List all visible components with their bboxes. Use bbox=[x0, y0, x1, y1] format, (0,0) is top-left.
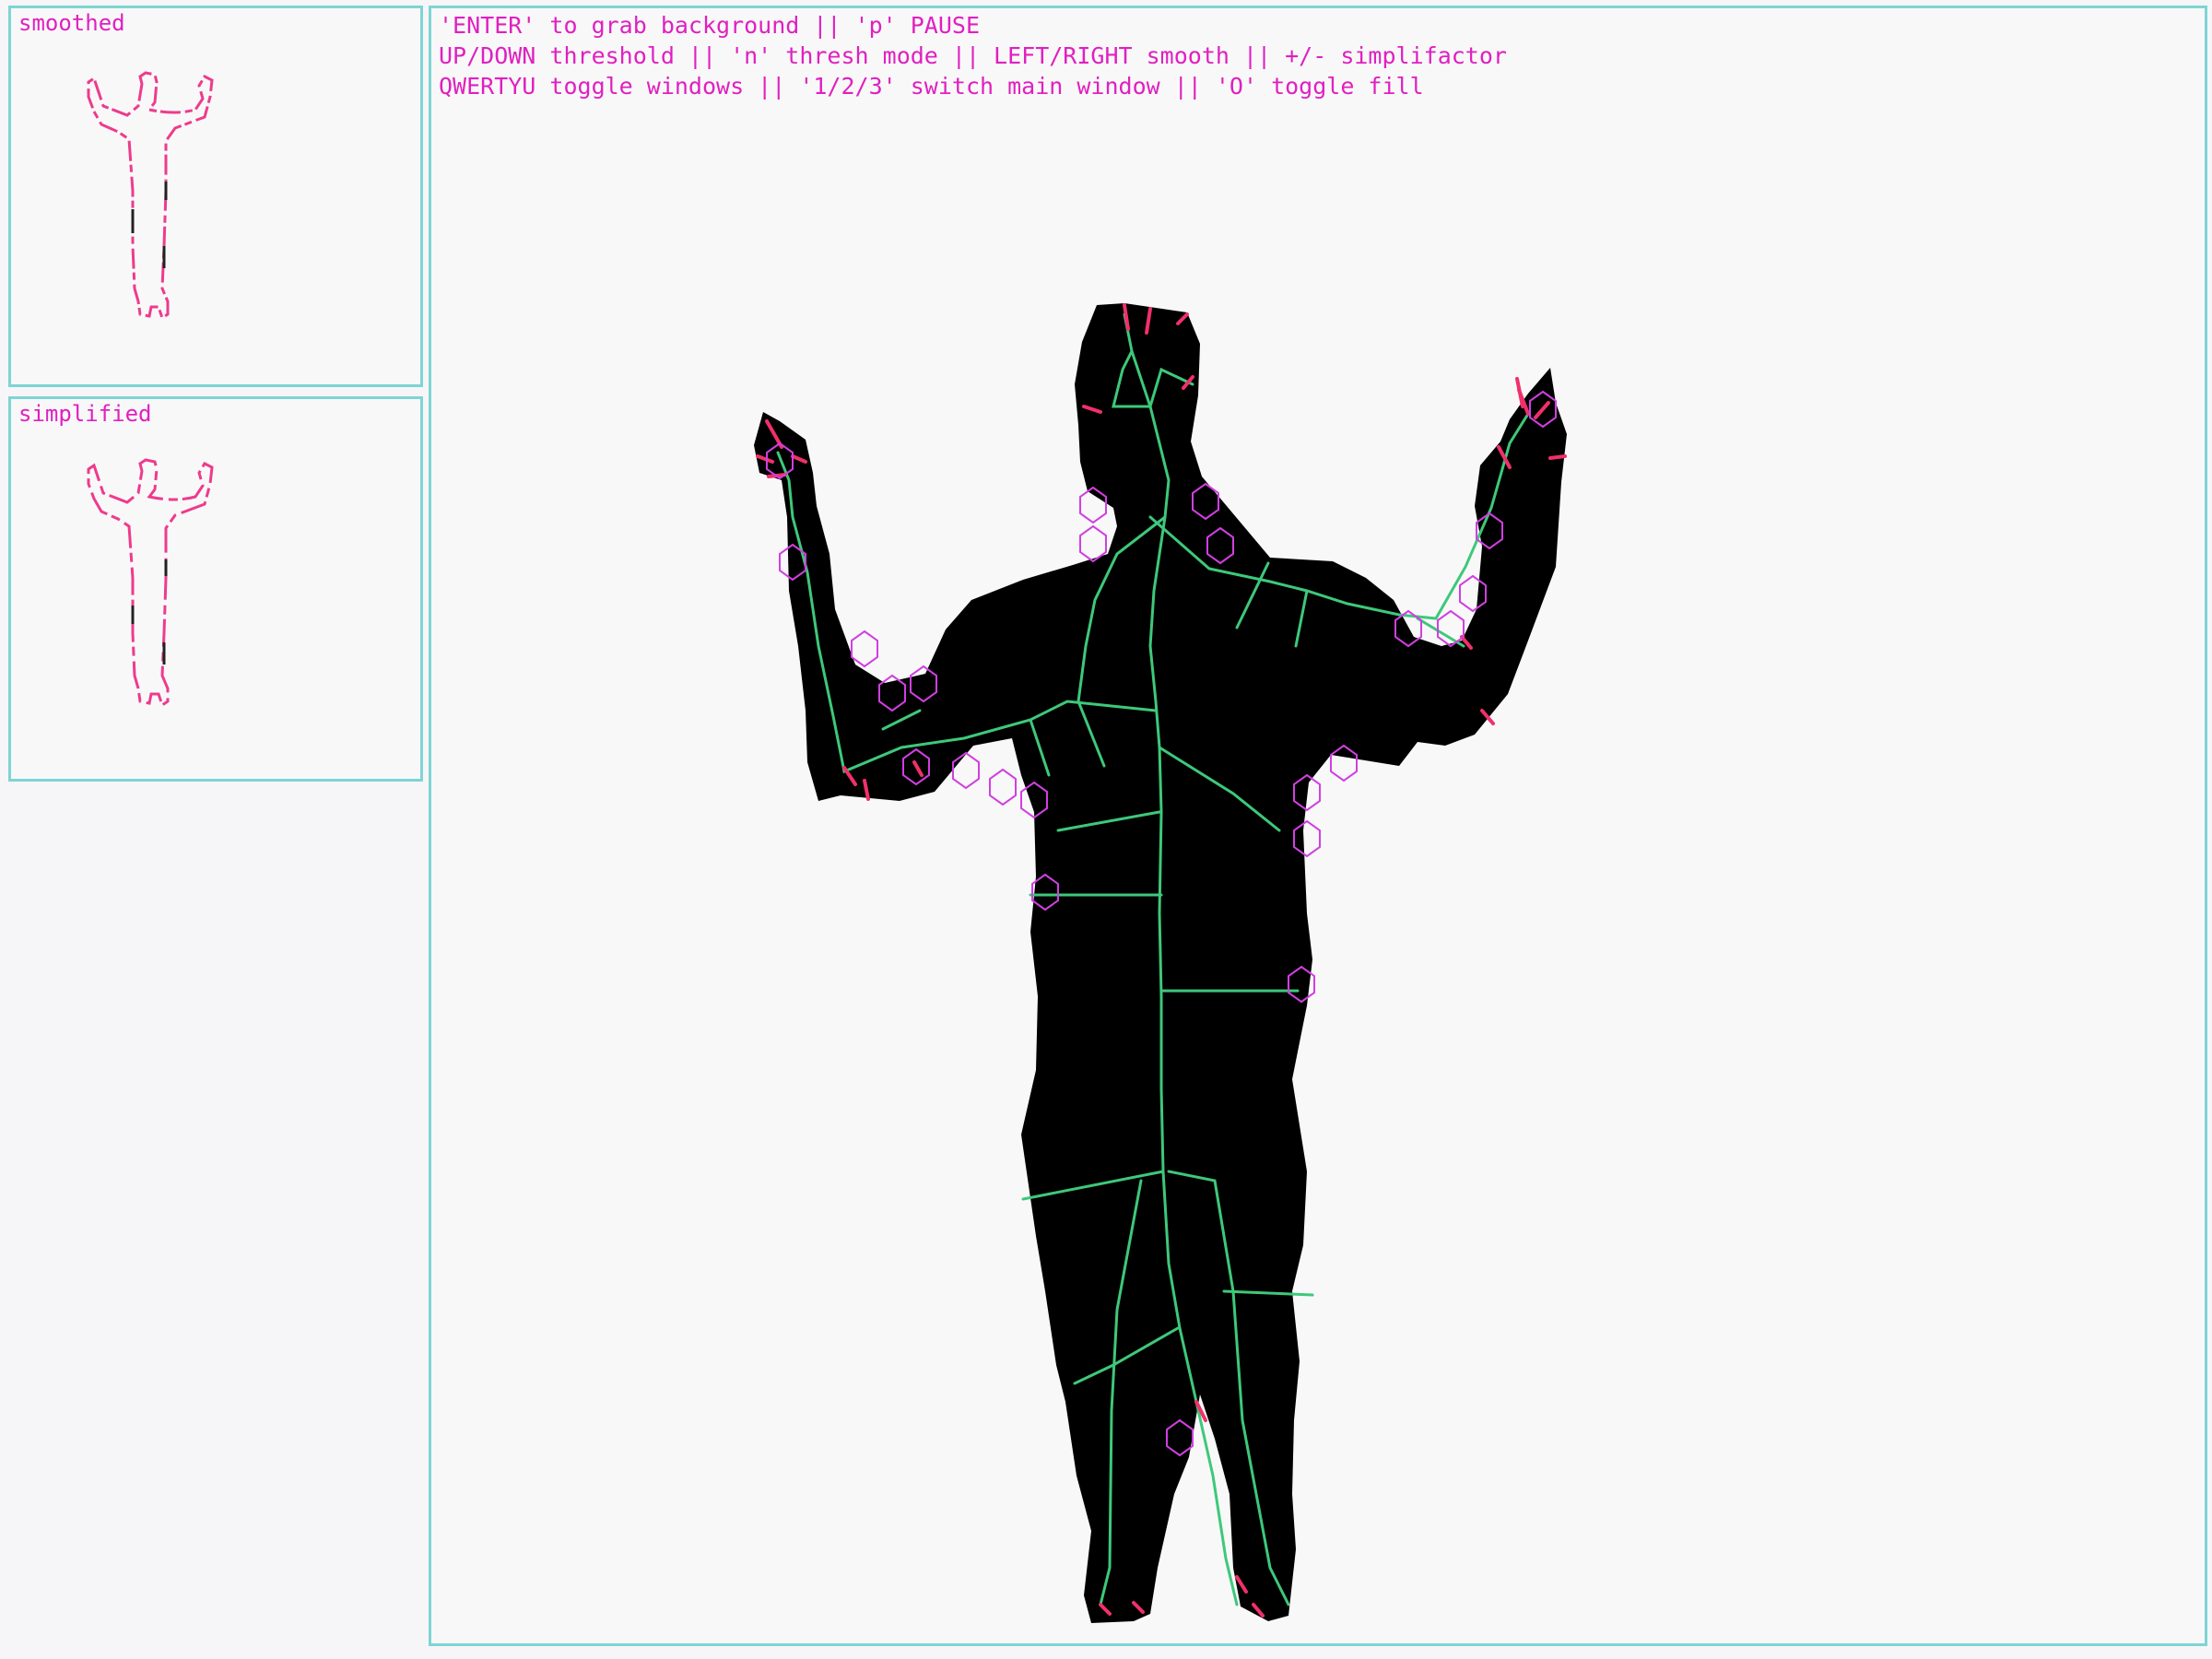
silhouette-view bbox=[754, 303, 1567, 1623]
simplified-contour bbox=[87, 458, 214, 708]
help-line-windows: QWERTYU toggle windows || '1/2/3' switch… bbox=[439, 73, 1424, 100]
help-line-grab: 'ENTER' to grab background || 'p' PAUSE bbox=[439, 12, 980, 39]
help-overlay: 'ENTER' to grab background || 'p' PAUSE … bbox=[439, 10, 1507, 101]
help-line-threshold: UP/DOWN threshold || 'n' thresh mode || … bbox=[439, 42, 1507, 69]
smoothed-contour bbox=[87, 71, 214, 321]
main-window[interactable]: 'ENTER' to grab background || 'p' PAUSE … bbox=[429, 6, 2207, 1646]
smoothed-window[interactable]: smoothed bbox=[8, 6, 423, 387]
simplified-window[interactable]: simplified bbox=[8, 396, 423, 782]
app-window: smoothed simplified 'ENTER' to grab back… bbox=[0, 0, 2212, 1659]
